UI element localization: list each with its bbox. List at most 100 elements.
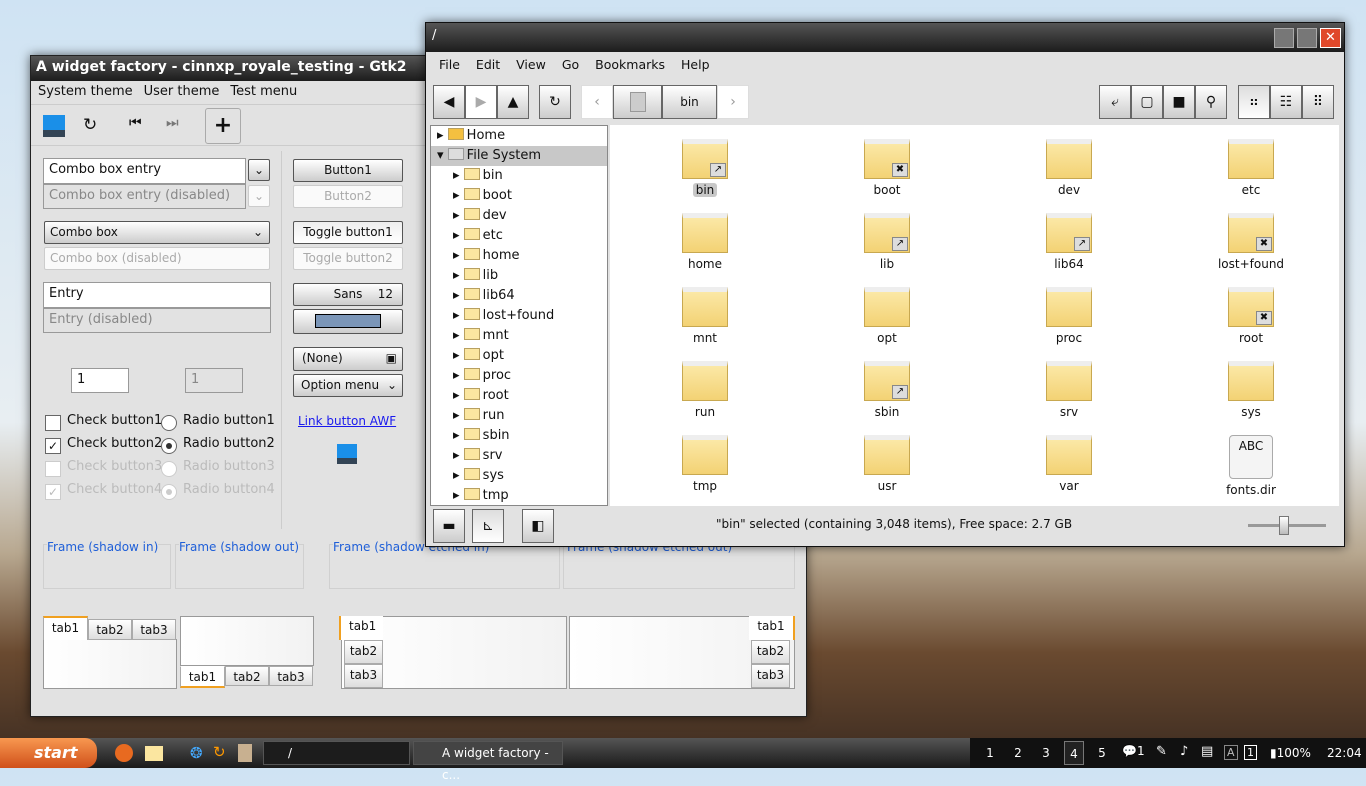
tab[interactable]: tab1	[749, 616, 795, 640]
tree-item[interactable]: ▸ mnt	[431, 326, 509, 346]
last-icon[interactable]: ⏭	[166, 115, 179, 131]
app-icon[interactable]: ❂	[190, 744, 203, 762]
tab[interactable]: tab2	[751, 640, 790, 664]
tree-item[interactable]: ▸ lost+found	[431, 306, 554, 326]
tree-item[interactable]: ▸ bin	[431, 166, 503, 186]
file-item[interactable]: var	[1009, 435, 1129, 493]
expander-icon[interactable]: ▸	[437, 128, 444, 143]
display-icon[interactable]: ▤	[1201, 744, 1213, 759]
maximize-button[interactable]	[1297, 28, 1317, 48]
file-item[interactable]: ↗ sbin	[827, 361, 947, 419]
check-button-box[interactable]: ✓	[45, 438, 61, 454]
option-menu[interactable]: Option menu ⌄	[293, 374, 403, 397]
file-item[interactable]: home	[645, 213, 765, 271]
tree-item[interactable]: ▸ tmp	[431, 486, 509, 505]
tree-item-filesystem[interactable]: ▾ File System	[431, 146, 607, 166]
notification-icon[interactable]: 💬1	[1122, 744, 1145, 758]
clipboard-icon[interactable]	[238, 744, 252, 762]
compact-view-button[interactable]: ☷	[1270, 85, 1302, 119]
close-button[interactable]: ✕	[1320, 28, 1341, 48]
zoom-slider-thumb[interactable]	[1278, 516, 1289, 535]
color-button[interactable]	[293, 309, 403, 334]
tab[interactable]: tab3	[344, 664, 383, 688]
expander-icon[interactable]: ▸	[453, 308, 460, 323]
tab[interactable]: tab2	[225, 666, 269, 686]
icon-view-button[interactable]: ⠶	[1238, 85, 1270, 119]
tree-item[interactable]: ▸ etc	[431, 226, 503, 246]
tree-item[interactable]: ▸ lib64	[431, 286, 515, 306]
tab[interactable]: tab3	[751, 664, 790, 688]
new-folder-button[interactable]: ■	[1163, 85, 1195, 119]
toggle-sidebar-button[interactable]: ◧	[522, 509, 554, 543]
tab[interactable]: tab3	[132, 619, 176, 640]
menu-test[interactable]: Test menu	[230, 84, 297, 99]
radio-button-circle[interactable]	[161, 438, 177, 454]
file-item[interactable]: srv	[1009, 361, 1129, 419]
file-item[interactable]: run	[645, 361, 765, 419]
tree-item-home[interactable]: ▸ Home	[431, 126, 505, 146]
back-button[interactable]: ◀	[433, 85, 465, 119]
start-button[interactable]: start	[0, 738, 97, 768]
expander-icon[interactable]: ▸	[453, 248, 460, 263]
list-view-button[interactable]: ⠿	[1302, 85, 1334, 119]
expander-icon[interactable]: ▸	[453, 228, 460, 243]
font-button[interactable]: Sans 12	[293, 283, 403, 306]
tree-item[interactable]: ▸ sys	[431, 466, 504, 486]
check-button-label[interactable]: Check button1	[67, 413, 162, 428]
file-item[interactable]: etc	[1191, 139, 1311, 197]
expander-icon[interactable]: ▸	[453, 448, 460, 463]
expander-icon[interactable]: ▸	[453, 168, 460, 183]
expander-icon[interactable]: ▸	[453, 208, 460, 223]
button1[interactable]: Button1	[293, 159, 403, 182]
pen-icon[interactable]: ✎	[1156, 744, 1167, 759]
workspace-2[interactable]: 2	[1008, 741, 1028, 765]
radio-button-circle[interactable]	[161, 415, 177, 431]
minimize-button[interactable]	[1274, 28, 1294, 48]
file-item[interactable]: ABC fonts.dir	[1191, 435, 1311, 497]
path-root-button[interactable]	[613, 85, 662, 119]
expander-icon[interactable]: ▸	[453, 288, 460, 303]
places-button[interactable]: ▬	[433, 509, 465, 543]
combo-entry[interactable]: Combo box entry	[43, 158, 246, 184]
file-item[interactable]: mnt	[645, 287, 765, 345]
path-bin-button[interactable]: bin	[662, 85, 717, 119]
firefox-icon[interactable]	[115, 744, 133, 762]
expander-icon[interactable]: ▸	[453, 328, 460, 343]
spin-button[interactable]: 1	[71, 368, 129, 393]
task-file-manager[interactable]: /	[263, 741, 410, 765]
awf-logo-icon[interactable]	[43, 115, 65, 137]
search-button[interactable]: ⚲	[1195, 85, 1227, 119]
menu-bookmarks[interactable]: Bookmarks	[595, 57, 665, 72]
link-button[interactable]: Link button AWF	[298, 414, 396, 428]
tree-item[interactable]: ▸ boot	[431, 186, 512, 206]
file-item[interactable]: ↗ lib64	[1009, 213, 1129, 271]
open-terminal-button[interactable]: ⤶	[1099, 85, 1131, 119]
tree-item[interactable]: ▸ lib	[431, 266, 498, 286]
tree-item[interactable]: ▸ root	[431, 386, 509, 406]
expander-icon[interactable]: ▸	[453, 428, 460, 443]
tree-item[interactable]: ▸ dev	[431, 206, 507, 226]
terminal-icon[interactable]: ▢	[1131, 85, 1163, 119]
file-item[interactable]: ↗ lib	[827, 213, 947, 271]
tab[interactable]: tab1	[180, 666, 225, 688]
workspace-5[interactable]: 5	[1092, 741, 1112, 765]
entry[interactable]: Entry	[43, 282, 271, 308]
file-item[interactable]: dev	[1009, 139, 1129, 197]
combo-entry-dropdown[interactable]: ⌄	[248, 159, 270, 181]
file-item[interactable]: tmp	[645, 435, 765, 493]
keyboard-indicator-1[interactable]: 1	[1244, 745, 1257, 760]
file-item[interactable]: ↗ bin	[645, 139, 765, 197]
file-item[interactable]: sys	[1191, 361, 1311, 419]
menu-help[interactable]: Help	[681, 57, 710, 72]
menu-user-theme[interactable]: User theme	[144, 84, 220, 99]
tree-item[interactable]: ▸ srv	[431, 446, 502, 466]
file-item[interactable]: ✖ boot	[827, 139, 947, 197]
tree-item[interactable]: ▸ opt	[431, 346, 504, 366]
battery-indicator[interactable]: ▮100%	[1270, 746, 1311, 760]
workspace-4[interactable]: 4	[1064, 741, 1084, 765]
task-widget-factory[interactable]: A widget factory - c...	[413, 741, 563, 782]
forward-button[interactable]: ▶	[465, 85, 497, 119]
combo-box[interactable]: Combo box ⌄	[44, 221, 270, 244]
expander-icon[interactable]: ▸	[453, 388, 460, 403]
check-button-box[interactable]	[45, 415, 61, 431]
